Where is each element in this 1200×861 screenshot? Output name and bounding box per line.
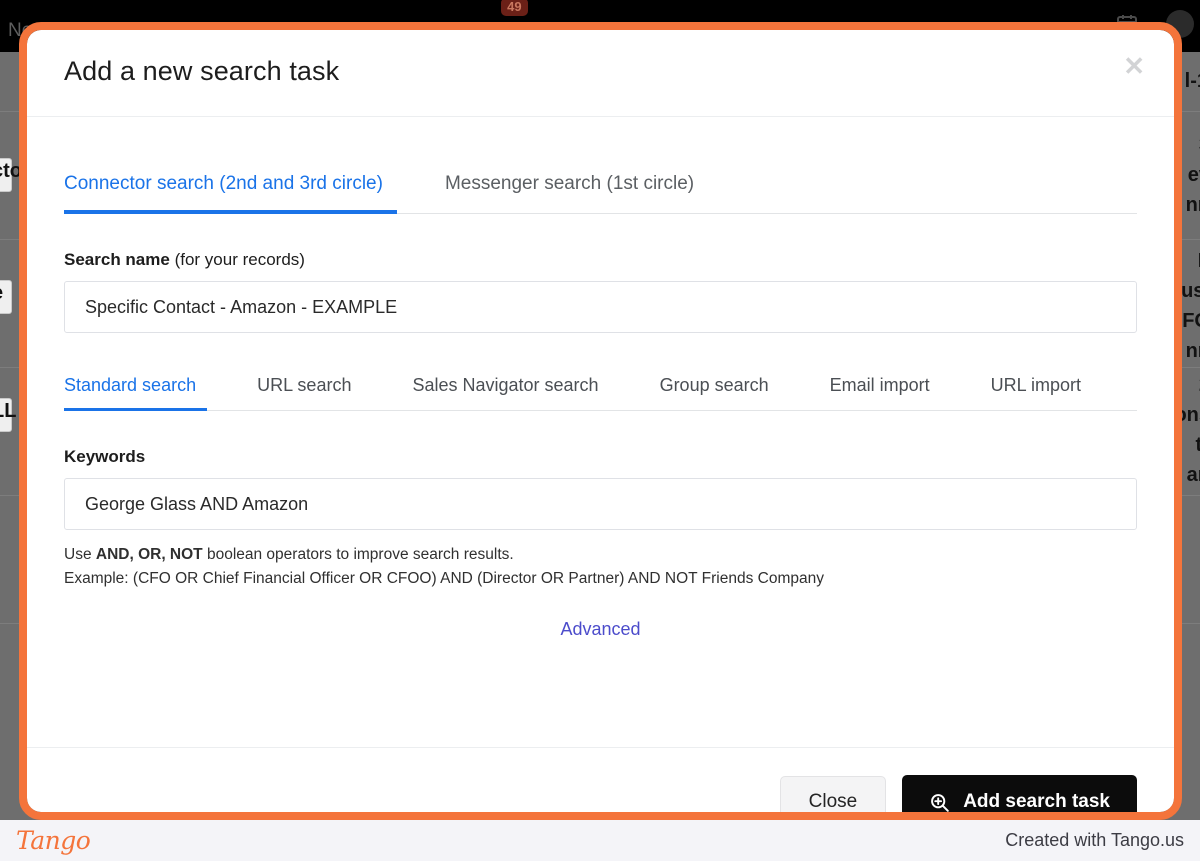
table-cell-right: 2 ons tr an nn [1174, 374, 1200, 495]
tango-footer-bar: Tango Created with Tango.us [0, 820, 1200, 861]
modal-body: Connector search (2nd and 3rd circle) Me… [27, 161, 1174, 747]
cancel-button[interactable]: Close [779, 776, 887, 812]
helper-example-line: Example: (CFO OR Chief Financial Officer… [64, 570, 824, 588]
inbox-badge: 49 [501, 0, 528, 17]
tab-email-import[interactable]: Email import [819, 375, 941, 411]
modal-footer: Close Add search task [27, 747, 1174, 812]
modal-header: Add a new search task ✕ [27, 30, 1174, 117]
search-name-input[interactable] [64, 281, 1137, 333]
keywords-label-text: Keywords [64, 447, 146, 466]
tab-url-search[interactable]: URL search [246, 375, 362, 411]
search-name-label-rest: (for your records) [169, 250, 305, 269]
keywords-helper-text: Use AND, OR, NOT boolean operators to im… [64, 543, 1137, 591]
search-name-label: Search name (for your records) [64, 250, 1137, 270]
add-search-task-modal: Add a new search task ✕ Connector search… [27, 30, 1174, 812]
tab-group-search[interactable]: Group search [649, 375, 780, 411]
table-cell-left: cto [0, 160, 22, 182]
helper-prefix: Use [64, 546, 96, 563]
search-method-tabs: Standard search URL search Sales Navigat… [64, 362, 1137, 411]
screen-root: Network Campaigns Search Pipelines 49 In… [0, 0, 1200, 861]
tango-credit: Created with Tango.us [1005, 830, 1184, 850]
helper-operators-line: Use AND, OR, NOT boolean operators to im… [64, 543, 1137, 567]
tab-standard-search[interactable]: Standard search [64, 375, 208, 411]
zoom-in-magnifier-icon [929, 792, 950, 813]
advanced-link[interactable]: Advanced [560, 619, 640, 640]
table-cell-right: F usi FO nn [1181, 250, 1200, 362]
keywords-input[interactable] [64, 478, 1137, 530]
tab-sales-navigator-search[interactable]: Sales Navigator search [401, 375, 609, 411]
table-cell-left: e [0, 282, 3, 305]
search-type-tabs: Connector search (2nd and 3rd circle) Me… [64, 161, 1137, 214]
page-title: Add a new search task [64, 56, 340, 86]
close-icon[interactable]: ✕ [1123, 53, 1145, 79]
keywords-label: Keywords [64, 447, 1137, 467]
helper-operators: AND, OR, NOT [95, 546, 203, 563]
tab-connector-search[interactable]: Connector search (2nd and 3rd circle) [64, 173, 397, 214]
table-cell-right: 3 ev nn [1185, 134, 1200, 216]
tab-url-import[interactable]: URL import [980, 375, 1092, 411]
table-cell-right: l-1 [1184, 70, 1200, 92]
add-search-task-label: Add search task [963, 791, 1110, 812]
tango-logo: Tango [16, 826, 91, 855]
add-search-task-button[interactable]: Add search task [902, 775, 1137, 812]
search-name-label-strong: Search name [64, 250, 170, 269]
helper-suffix: boolean operators to improve search resu… [202, 546, 514, 563]
table-cell-left: LL [0, 400, 17, 422]
tab-messenger-search[interactable]: Messenger search (1st circle) [431, 173, 708, 214]
